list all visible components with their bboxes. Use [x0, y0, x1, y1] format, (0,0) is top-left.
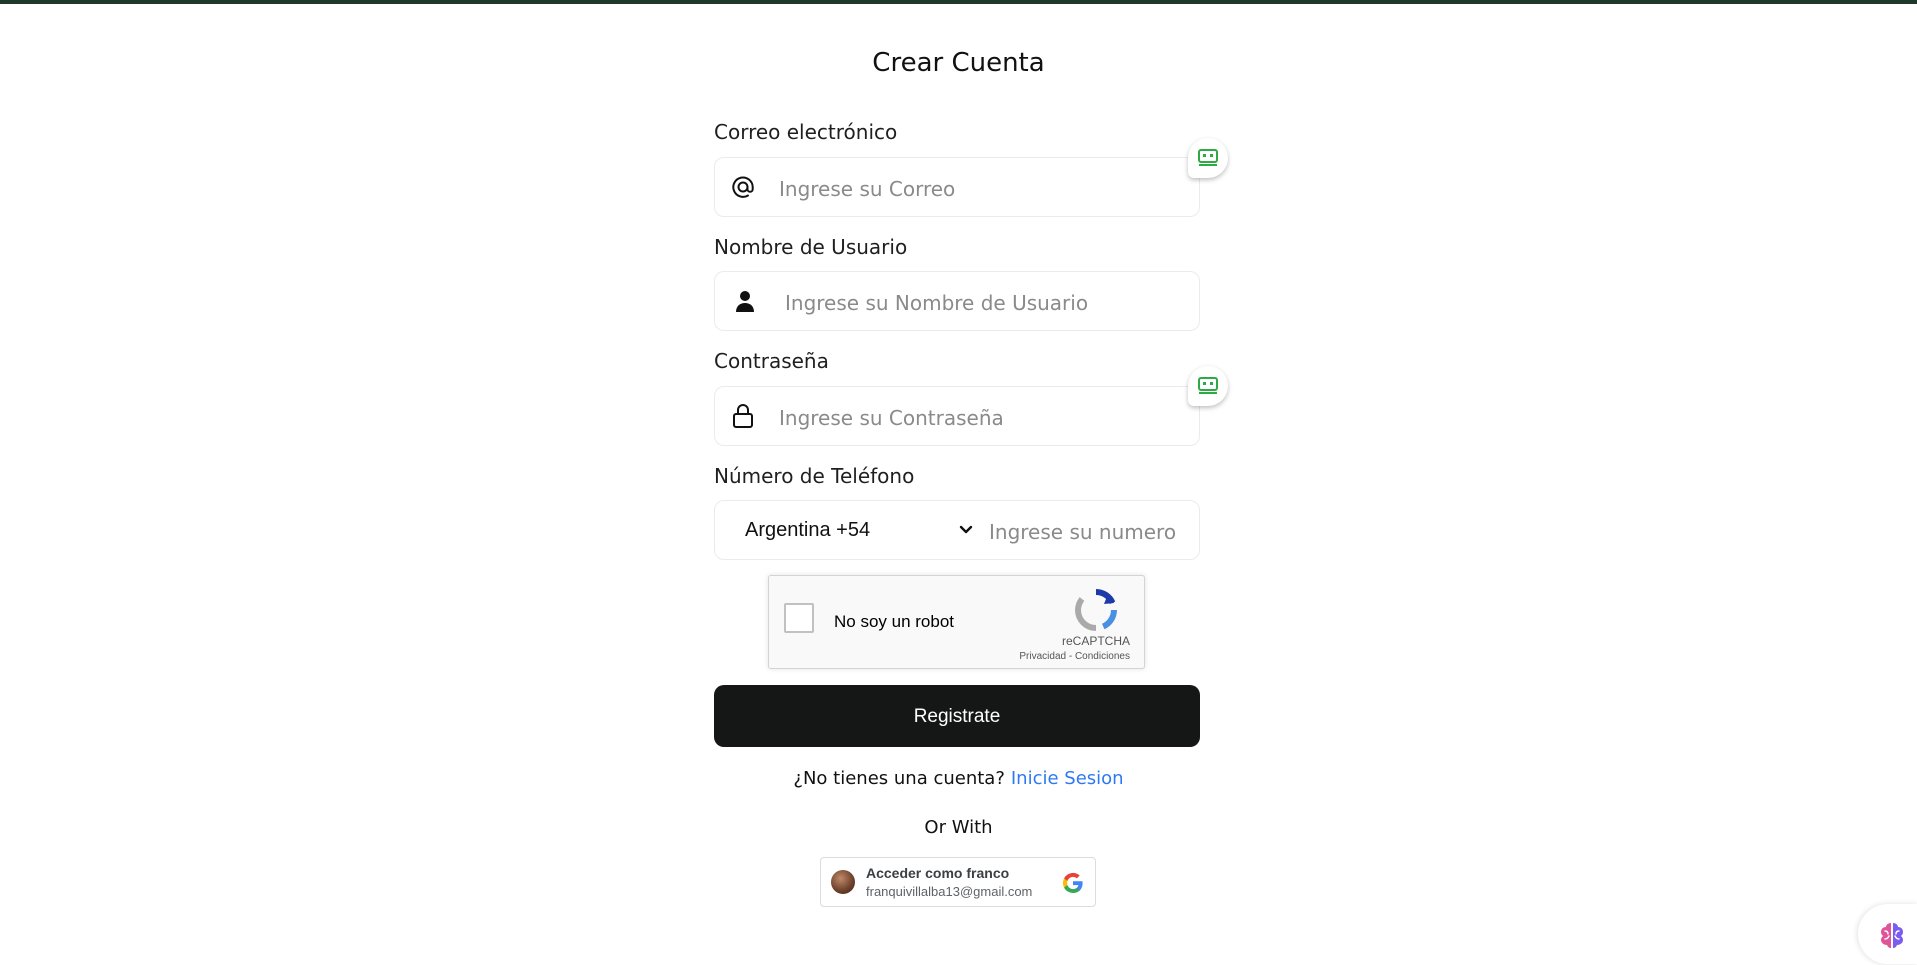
login-link[interactable]: Inicie Sesion — [1011, 768, 1124, 789]
recaptcha-checkbox[interactable] — [784, 603, 814, 633]
recaptcha-brand: reCAPTCHA — [1061, 634, 1130, 648]
brain-extension-icon — [1881, 923, 1903, 948]
phone-field-container: Argentina +54 — [714, 500, 1200, 560]
or-with-divider: Or With — [924, 817, 993, 838]
recaptcha-terms[interactable]: Privacidad - Condiciones — [1019, 651, 1130, 662]
top-accent-bar — [0, 0, 1917, 4]
password-input[interactable] — [777, 395, 1181, 441]
password-manager-icon[interactable] — [1188, 366, 1228, 406]
chevron-down-icon — [957, 521, 975, 539]
email-label: Correo electrónico — [714, 120, 898, 144]
password-label: Contraseña — [714, 349, 829, 373]
username-field-container — [714, 271, 1200, 331]
email-field-container — [714, 157, 1200, 217]
phone-label: Número de Teléfono — [714, 464, 915, 488]
password-field-container — [714, 386, 1200, 446]
user-icon — [731, 287, 759, 315]
recaptcha-widget: No soy un robot reCAPTCHA Privacidad - C… — [768, 575, 1145, 669]
lock-icon — [729, 402, 757, 430]
username-input[interactable] — [783, 280, 1187, 326]
country-code-value: Argentina +54 — [745, 519, 871, 541]
account-prompt: ¿No tienes una cuenta? Inicie Sesion — [0, 768, 1917, 789]
register-button[interactable]: Registrate — [714, 685, 1200, 747]
password-manager-icon[interactable] — [1188, 138, 1228, 178]
at-icon — [729, 173, 757, 201]
email-input[interactable] — [777, 166, 1181, 212]
recaptcha-icon — [1074, 588, 1118, 632]
google-account-name: Acceder como franco — [866, 865, 1010, 881]
username-label: Nombre de Usuario — [714, 235, 908, 259]
google-account-email: franquivillalba13@gmail.com — [866, 884, 1033, 899]
page-title: Crear Cuenta — [872, 48, 1045, 78]
avatar — [831, 870, 855, 894]
google-signin-button[interactable]: Acceder como franco franquivillalba13@gm… — [820, 857, 1096, 907]
google-icon — [1061, 871, 1085, 895]
country-code-select[interactable]: Argentina +54 — [745, 513, 975, 549]
phone-number-input[interactable] — [987, 509, 1191, 555]
account-prompt-text: ¿No tienes una cuenta? — [793, 768, 1005, 789]
brain-extension-badge[interactable] — [1858, 904, 1917, 964]
recaptcha-label: No soy un robot — [834, 612, 955, 631]
